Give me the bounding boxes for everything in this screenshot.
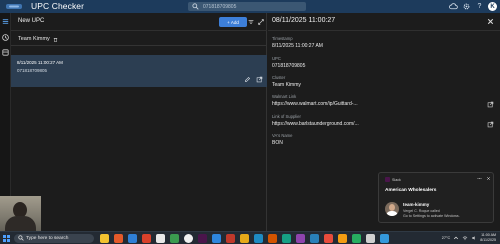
- dashboard-icon[interactable]: [1, 48, 10, 57]
- wifi-icon[interactable]: [462, 235, 468, 241]
- taskbar: Type here to search 27°C 11:00 AM 8/11/2…: [0, 231, 500, 244]
- app-icon-blue-3[interactable]: [254, 234, 263, 243]
- app-icon-orange[interactable]: [114, 234, 123, 243]
- taskbar-search-placeholder: Type here to search: [26, 235, 69, 241]
- card-timestamp: 8/11/2025 11:00:27 AM: [17, 60, 63, 65]
- notification-app: Slack: [385, 177, 401, 182]
- cluster-value: Team Kimmy: [272, 82, 301, 88]
- webcam-preview: [0, 196, 41, 234]
- supplier-link-label: Link of Supplier: [272, 114, 301, 119]
- group-divider: [11, 45, 267, 46]
- sender-avatar: [385, 202, 399, 216]
- history-icon[interactable]: [1, 33, 10, 42]
- add-button-label: Add: [230, 19, 239, 25]
- search-icon: [192, 3, 199, 10]
- timestamp-value: 8/11/2025 11:00:27 AM: [272, 43, 323, 49]
- app-icon-orange-2[interactable]: [268, 234, 277, 243]
- trash-icon[interactable]: [53, 37, 58, 42]
- notification-message: Vergel C. Roque called: [403, 209, 440, 213]
- help-icon[interactable]: ?: [475, 2, 484, 11]
- filter-icon[interactable]: [247, 18, 255, 26]
- app-logo-icon: [6, 4, 22, 9]
- plus-icon: +: [227, 19, 230, 25]
- close-notification-icon[interactable]: [486, 176, 491, 181]
- upc-label: UPC: [272, 56, 281, 61]
- app-icon-red-2[interactable]: [226, 234, 235, 243]
- supplier-link-value[interactable]: https://www.barlstaunderground.com/...: [272, 121, 359, 127]
- more-options-icon[interactable]: [477, 176, 482, 181]
- app-icon-green-2[interactable]: [352, 234, 361, 243]
- taskbar-search-input[interactable]: Type here to search: [14, 234, 94, 243]
- app-icon-yellow[interactable]: [240, 234, 249, 243]
- app-title: UPC Checker: [31, 1, 85, 11]
- settings-icon[interactable]: [462, 2, 471, 11]
- upc-value: 071818709805: [272, 63, 306, 69]
- app-icon-blue-4[interactable]: [310, 234, 319, 243]
- card-upc: 071818709805: [17, 68, 48, 73]
- notification-sender: team-kimmy: [403, 202, 430, 207]
- clock-date: 8/11/2025: [480, 238, 496, 242]
- chevron-up-icon[interactable]: [453, 235, 459, 241]
- search-input[interactable]: 071818709805: [188, 2, 306, 11]
- app-icon-red-3[interactable]: [324, 234, 333, 243]
- activate-windows-text: Go to Settings to activate Windows.: [403, 214, 460, 218]
- app-icon-blue-2[interactable]: [212, 234, 221, 243]
- app-icon-teal[interactable]: [282, 234, 291, 243]
- slack-icon: [385, 177, 390, 182]
- app-icon-grey[interactable]: [366, 234, 375, 243]
- expand-icon[interactable]: [257, 18, 265, 26]
- clock[interactable]: 11:00 AM 8/11/2025: [480, 233, 496, 243]
- walmart-link-label: Walmart Link: [272, 94, 297, 99]
- volume-icon[interactable]: [471, 235, 477, 241]
- detail-title: 08/11/2025 11:00:27: [272, 17, 336, 24]
- timestamp-label: Timestamp: [272, 36, 293, 41]
- chrome-icon[interactable]: [184, 234, 193, 243]
- search-value: 071818709805: [203, 3, 237, 10]
- app-icon-purple[interactable]: [296, 234, 305, 243]
- windows-start-icon[interactable]: [3, 235, 10, 242]
- slack-taskbar-icon[interactable]: [198, 234, 207, 243]
- va-name-label: VA's Name: [272, 133, 293, 138]
- close-icon[interactable]: [486, 17, 495, 26]
- notification-group: American Wholesalers: [385, 188, 437, 193]
- list-title: New UPC: [18, 18, 45, 24]
- cloud-icon[interactable]: [449, 2, 458, 11]
- file-explorer-icon[interactable]: [100, 234, 109, 243]
- app-icon-white[interactable]: [156, 234, 165, 243]
- app-icon-red[interactable]: [142, 234, 151, 243]
- user-avatar[interactable]: K: [488, 2, 497, 11]
- notification-app-name: Slack: [392, 177, 401, 182]
- list-header: New UPC + Add: [11, 13, 267, 31]
- app-icon-blue[interactable]: [128, 234, 137, 243]
- upc-list-panel: New UPC + Add Team Kimmy 8/11/2025 11:00…: [11, 13, 267, 231]
- system-tray: 27°C 11:00 AM 8/11/2025: [442, 233, 496, 243]
- open-external-icon[interactable]: [256, 76, 263, 83]
- detail-header: 08/11/2025 11:00:27: [268, 13, 500, 31]
- va-name-value: BON: [272, 140, 283, 146]
- app-icon-blue-5[interactable]: [380, 234, 389, 243]
- app-icon-amber[interactable]: [338, 234, 347, 243]
- open-supplier-link-icon[interactable]: [487, 121, 494, 128]
- open-walmart-link-icon[interactable]: [487, 101, 494, 108]
- slack-notification[interactable]: Slack American Wholesalers team-kimmy Ve…: [378, 172, 494, 223]
- walmart-link-value[interactable]: https://www.walmart.com/ip/Guittard-...: [272, 101, 358, 107]
- app-bar: UPC Checker 071818709805 ? K: [0, 0, 500, 13]
- edit-icon[interactable]: [244, 76, 251, 83]
- weather-text[interactable]: 27°C: [442, 236, 450, 240]
- app-icon-green[interactable]: [170, 234, 179, 243]
- add-button[interactable]: + Add: [219, 17, 247, 27]
- cluster-label: Cluster: [272, 75, 286, 80]
- group-header[interactable]: Team Kimmy: [18, 36, 58, 42]
- upc-card[interactable]: 8/11/2025 11:00:27 AM 071818709805: [11, 55, 267, 87]
- menu-icon[interactable]: [1, 17, 10, 26]
- group-name: Team Kimmy: [18, 36, 50, 42]
- taskbar-search-icon: [18, 235, 24, 241]
